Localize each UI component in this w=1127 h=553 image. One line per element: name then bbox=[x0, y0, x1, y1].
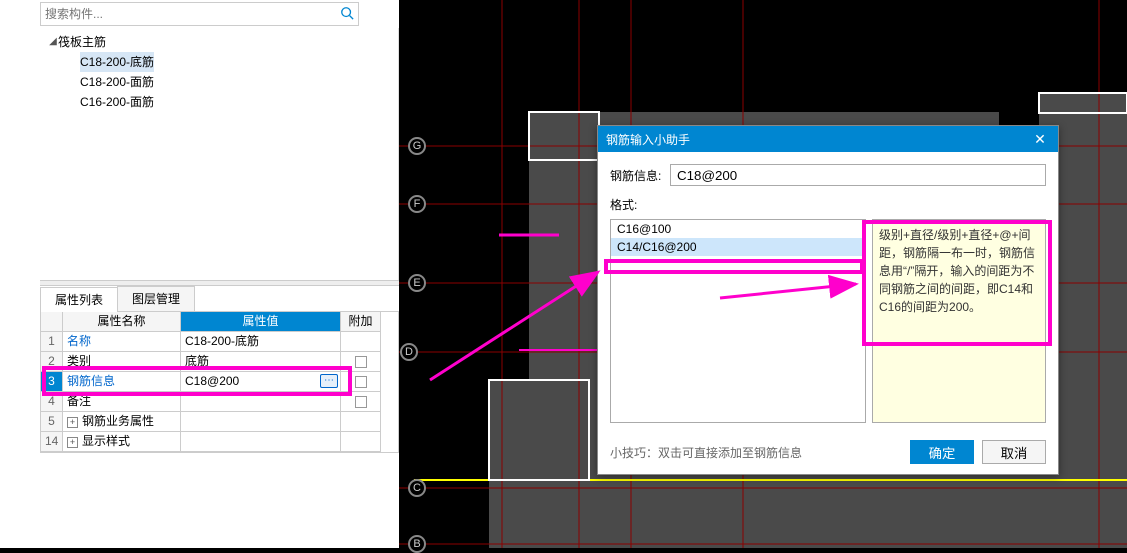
format-list[interactable]: C16@100 C14/C16@200 bbox=[610, 219, 866, 423]
grid-row[interactable]: 14 +显示样式 bbox=[41, 432, 398, 452]
tree-item[interactable]: C16-200-面筋 bbox=[40, 92, 398, 112]
tree-item[interactable]: C18-200-底筋 bbox=[40, 52, 398, 72]
tree-parent[interactable]: ◢ 筏板主筋 bbox=[40, 32, 398, 52]
field-label: 钢筋信息: bbox=[610, 167, 670, 184]
tab-properties[interactable]: 属性列表 bbox=[40, 287, 118, 312]
row-num: 2 bbox=[41, 352, 63, 372]
tip-text: 小技巧：双击可直接添加至钢筋信息 bbox=[610, 444, 902, 461]
dialog-title: 钢筋输入小助手 bbox=[606, 131, 690, 148]
prop-name: 名称 bbox=[63, 332, 181, 352]
header-extra: 附加 bbox=[341, 312, 381, 332]
expand-icon[interactable]: + bbox=[67, 437, 78, 448]
axis-label: C bbox=[408, 479, 426, 497]
close-icon[interactable]: ✕ bbox=[1030, 131, 1050, 148]
grid-row[interactable]: 2 类别 底筋 bbox=[41, 352, 398, 372]
tree-item-label: C18-200-底筋 bbox=[80, 52, 154, 72]
row-num: 3 bbox=[41, 372, 63, 392]
axis-label: E bbox=[408, 274, 426, 292]
cancel-button[interactable]: 取消 bbox=[982, 440, 1046, 464]
component-tree: ◢ 筏板主筋 C18-200-底筋 C18-200-面筋 C16-200-面筋 bbox=[0, 28, 399, 280]
format-label: 格式: bbox=[610, 196, 1046, 213]
search-bar bbox=[40, 2, 359, 26]
prop-value[interactable]: 底筋 bbox=[181, 352, 341, 372]
ok-button[interactable]: 确定 bbox=[910, 440, 974, 464]
prop-name: 钢筋信息 bbox=[63, 372, 181, 392]
search-icon[interactable] bbox=[340, 6, 354, 23]
extra-checkbox[interactable] bbox=[355, 356, 367, 368]
prop-name: +显示样式 bbox=[63, 432, 181, 452]
dialog-titlebar[interactable]: 钢筋输入小助手 ✕ bbox=[598, 126, 1058, 152]
header-name: 属性名称 bbox=[63, 312, 181, 332]
axis-label: F bbox=[408, 195, 426, 213]
list-item[interactable]: C16@100 bbox=[611, 220, 865, 238]
grid-row[interactable]: 4 备注 bbox=[41, 392, 398, 412]
prop-name: 类别 bbox=[63, 352, 181, 372]
expand-icon[interactable]: + bbox=[67, 417, 78, 428]
caret-down-icon: ◢ bbox=[48, 32, 58, 52]
rebar-helper-dialog: 钢筋输入小助手 ✕ 钢筋信息: 格式: C16@100 C14/C16@200 … bbox=[597, 125, 1059, 475]
row-num: 1 bbox=[41, 332, 63, 352]
extra-checkbox[interactable] bbox=[355, 376, 367, 388]
row-num: 14 bbox=[41, 432, 63, 452]
tree-item-label: C18-200-面筋 bbox=[80, 72, 154, 92]
prop-value[interactable]: C18-200-底筋 bbox=[181, 332, 341, 352]
search-input[interactable] bbox=[45, 7, 340, 21]
left-panel: ◢ 筏板主筋 C18-200-底筋 C18-200-面筋 C16-200-面筋 … bbox=[0, 0, 399, 548]
tree-parent-label: 筏板主筋 bbox=[58, 32, 106, 52]
tree-item-label: C16-200-面筋 bbox=[80, 92, 154, 112]
property-grid: 属性名称 属性值 附加 1 名称 C18-200-底筋 2 类别 底筋 3 钢筋… bbox=[40, 312, 399, 453]
prop-value[interactable] bbox=[181, 392, 341, 412]
list-item[interactable]: C14/C16@200 bbox=[611, 238, 865, 256]
extra-checkbox[interactable] bbox=[355, 396, 367, 408]
header-value: 属性值 bbox=[181, 312, 341, 332]
tree-item[interactable]: C18-200-面筋 bbox=[40, 72, 398, 92]
axis-label: D bbox=[400, 343, 418, 361]
tabs: 属性列表 图层管理 bbox=[40, 286, 399, 312]
row-num: 5 bbox=[41, 412, 63, 432]
tab-layers[interactable]: 图层管理 bbox=[117, 286, 195, 311]
axis-label: G bbox=[408, 137, 426, 155]
grid-header: 属性名称 属性值 附加 bbox=[41, 312, 398, 332]
format-description: 级别+直径/级别+直径+@+间距，钢筋隔一布一时，钢筋信息用“/”隔开，输入的间… bbox=[872, 219, 1046, 423]
grid-row[interactable]: 1 名称 C18-200-底筋 bbox=[41, 332, 398, 352]
row-num: 4 bbox=[41, 392, 63, 412]
grid-row[interactable]: 5 +钢筋业务属性 bbox=[41, 412, 398, 432]
ellipsis-button[interactable]: ⋯ bbox=[320, 374, 338, 388]
axis-label: B bbox=[408, 535, 426, 553]
prop-name: 备注 bbox=[63, 392, 181, 412]
rebar-info-input[interactable] bbox=[670, 164, 1046, 186]
grid-row[interactable]: 3 钢筋信息 C18@200⋯ bbox=[41, 372, 398, 392]
prop-value[interactable]: C18@200⋯ bbox=[181, 372, 341, 392]
prop-name: +钢筋业务属性 bbox=[63, 412, 181, 432]
